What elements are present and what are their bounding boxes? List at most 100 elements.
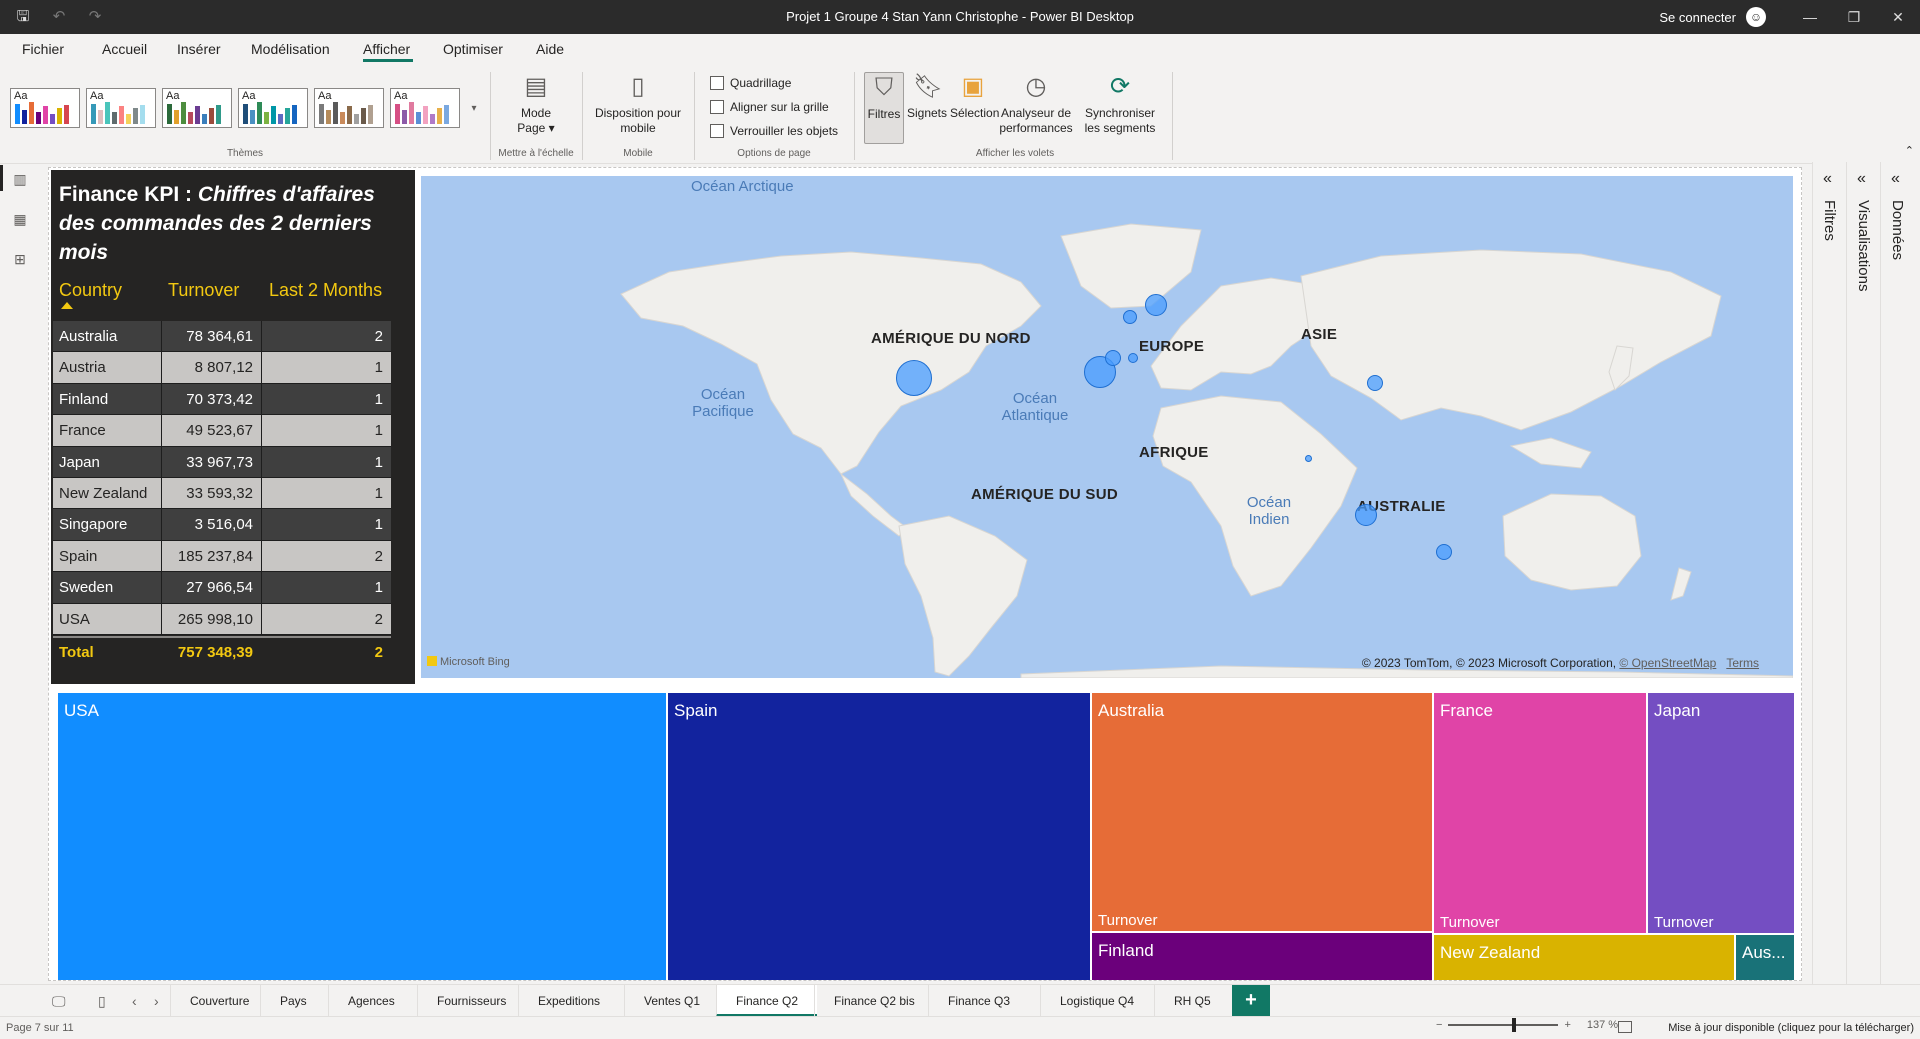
treemap-tile-other[interactable]: Aus... bbox=[1735, 934, 1795, 980]
table-row[interactable]: Japan 33 967,73 1 bbox=[53, 446, 391, 478]
tab-afficher[interactable]: Afficher bbox=[363, 41, 410, 57]
sync-slicers-button[interactable]: ⟳ Synchroniser les segments bbox=[1076, 72, 1164, 136]
tab-accueil[interactable]: Accueil bbox=[102, 41, 147, 57]
column-header-turnover[interactable]: Turnover bbox=[168, 280, 239, 301]
tab-modelisation[interactable]: Modélisation bbox=[251, 41, 330, 57]
osm-link[interactable]: © OpenStreetMap bbox=[1619, 656, 1716, 670]
signin-link[interactable]: Se connecter bbox=[1659, 10, 1736, 25]
page-tab[interactable]: Finance Q3 bbox=[928, 985, 1029, 1017]
add-page-button[interactable]: + bbox=[1232, 985, 1270, 1017]
zoom-out-icon[interactable]: − bbox=[1436, 1019, 1442, 1031]
model-view-icon[interactable]: ⊞ bbox=[12, 251, 28, 267]
zoom-control[interactable]: − + 137 % bbox=[1436, 1018, 1618, 1032]
treemap-tile-usa[interactable]: USA bbox=[57, 692, 667, 980]
treemap-tile-finland[interactable]: Finland bbox=[1091, 932, 1433, 980]
page-tab[interactable]: Finance Q2 bis bbox=[814, 985, 934, 1017]
fit-page-icon[interactable] bbox=[1618, 1021, 1632, 1033]
side-panes: «Filtres «Visualisations «Données bbox=[1812, 162, 1920, 985]
theme-option[interactable]: Aa bbox=[10, 88, 80, 128]
page-tab[interactable]: Fournisseurs bbox=[417, 985, 525, 1017]
theme-option[interactable]: Aa bbox=[390, 88, 460, 128]
bookmarks-pane-button[interactable]: 🔖︎ Signets bbox=[906, 72, 948, 121]
treemap-tile-newzealand[interactable]: New Zealand bbox=[1433, 934, 1735, 980]
map-bubble-australia[interactable] bbox=[1355, 504, 1377, 526]
terms-link[interactable]: Terms bbox=[1726, 656, 1759, 670]
performance-analyzer-button[interactable]: ◷ Analyseur de performances bbox=[998, 72, 1074, 136]
table-row[interactable]: Sweden 27 966,54 1 bbox=[53, 572, 391, 604]
page-tab[interactable]: Couverture bbox=[170, 985, 268, 1017]
tab-fichier[interactable]: Fichier bbox=[22, 41, 64, 57]
page-tab[interactable]: Agences bbox=[328, 985, 414, 1017]
report-canvas[interactable]: Finance KPI : Chiffres d'affaires des co… bbox=[48, 167, 1802, 981]
map-bubble-france[interactable] bbox=[1105, 350, 1121, 366]
page-tab[interactable]: Expeditions bbox=[518, 985, 619, 1017]
treemap-tile-japan[interactable]: Japan Turnover bbox=[1647, 692, 1795, 934]
data-pane[interactable]: «Données bbox=[1880, 162, 1914, 985]
treemap-tile-australia[interactable]: Australia Turnover bbox=[1091, 692, 1433, 932]
theme-option[interactable]: Aa bbox=[238, 88, 308, 128]
gridlines-checkbox[interactable]: Quadrillage bbox=[710, 76, 791, 90]
themes-expand-icon[interactable]: ▾ bbox=[466, 82, 482, 136]
tab-aide[interactable]: Aide bbox=[536, 41, 564, 57]
map-continent-label: ASIE bbox=[1301, 326, 1338, 343]
restore-icon[interactable]: ❐ bbox=[1832, 9, 1876, 26]
lock-objects-checkbox[interactable]: Verrouiller les objets bbox=[710, 124, 838, 138]
table-row[interactable]: Australia 78 364,61 2 bbox=[53, 321, 391, 353]
mobile-layout-button[interactable]: ▯ Disposition pour mobile bbox=[592, 72, 684, 136]
treemap-tile-france[interactable]: France Turnover bbox=[1433, 692, 1647, 934]
tab-optimiser[interactable]: Optimiser bbox=[443, 41, 503, 57]
theme-option[interactable]: Aa bbox=[86, 88, 156, 128]
update-notice[interactable]: Mise à jour disponible (cliquez pour la … bbox=[1668, 1022, 1914, 1034]
map-bubble-newzealand[interactable] bbox=[1436, 544, 1452, 560]
table-row[interactable]: New Zealand 33 593,32 1 bbox=[53, 477, 391, 510]
table-row[interactable]: Singapore 3 516,04 1 bbox=[53, 509, 391, 541]
filters-pane[interactable]: «Filtres bbox=[1812, 162, 1846, 985]
map-bubble-usa[interactable] bbox=[896, 360, 932, 396]
page-tab[interactable]: Finance Q2 bbox=[716, 985, 818, 1017]
cell-months: 1 bbox=[261, 446, 391, 477]
mobile-layout-icon[interactable]: ▯ bbox=[98, 993, 106, 1010]
theme-option[interactable]: Aa bbox=[162, 88, 232, 128]
column-header-last2months[interactable]: Last 2 Months bbox=[269, 280, 382, 301]
column-header-country[interactable]: Country bbox=[59, 280, 122, 301]
map-bubble-sweden[interactable] bbox=[1123, 310, 1137, 324]
table-row[interactable]: Finland 70 373,42 1 bbox=[53, 383, 391, 416]
bubble-map-visual[interactable]: Océan Arctique Océan Pacifique Océan Atl… bbox=[421, 176, 1793, 678]
page-mode-button[interactable]: ▤ Mode Page ▾ bbox=[506, 72, 566, 136]
table-row[interactable]: USA 265 998,10 2 bbox=[53, 603, 391, 635]
zoom-in-icon[interactable]: + bbox=[1564, 1019, 1570, 1031]
zoom-slider[interactable] bbox=[1448, 1018, 1559, 1032]
page-tabs-bar: 🖵 ▯ ‹ › Couverture Pays Agences Fournisseur… bbox=[0, 984, 1920, 1017]
close-icon[interactable]: ✕ bbox=[1876, 9, 1920, 26]
map-bubble-finland[interactable] bbox=[1145, 294, 1167, 316]
treemap-tile-spain[interactable]: Spain bbox=[667, 692, 1091, 980]
theme-option[interactable]: Aa bbox=[314, 88, 384, 128]
selection-icon: ▣ bbox=[961, 73, 985, 100]
page-tab[interactable]: RH Q5 bbox=[1154, 985, 1230, 1017]
total-label: Total bbox=[59, 644, 94, 661]
zoom-slider-thumb[interactable] bbox=[1512, 1018, 1517, 1032]
map-bubble-singapore[interactable] bbox=[1305, 455, 1312, 462]
minimize-icon[interactable]: — bbox=[1788, 9, 1832, 25]
table-row[interactable]: Spain 185 237,84 2 bbox=[53, 540, 391, 573]
snap-grid-checkbox[interactable]: Aligner sur la grille bbox=[710, 100, 829, 114]
map-bubble-austria[interactable] bbox=[1128, 353, 1138, 363]
table-view-icon[interactable]: ▦ bbox=[12, 211, 28, 227]
selection-pane-button[interactable]: ▣ Sélection bbox=[950, 72, 999, 121]
map-bubble-japan[interactable] bbox=[1367, 375, 1383, 391]
page-tab[interactable]: Logistique Q4 bbox=[1040, 985, 1153, 1017]
desktop-layout-icon[interactable]: 🖵 bbox=[52, 993, 66, 1010]
scroll-left-icon[interactable]: ‹ bbox=[132, 993, 137, 1009]
page-tab[interactable]: Pays bbox=[260, 985, 326, 1017]
collapse-ribbon-icon[interactable]: ⌃ bbox=[1905, 144, 1914, 157]
tab-inserer[interactable]: Insérer bbox=[177, 41, 221, 57]
kpi-table-visual[interactable]: Finance KPI : Chiffres d'affaires des co… bbox=[51, 170, 415, 684]
visualizations-pane[interactable]: «Visualisations bbox=[1846, 162, 1880, 985]
avatar-icon[interactable]: ☺ bbox=[1746, 7, 1766, 27]
table-row[interactable]: France 49 523,67 1 bbox=[53, 415, 391, 447]
report-view-icon[interactable]: ▥ bbox=[12, 171, 28, 187]
filters-pane-button[interactable]: ⛉ Filtres bbox=[864, 72, 904, 144]
page-tab[interactable]: Ventes Q1 bbox=[624, 985, 719, 1017]
table-row[interactable]: Austria 8 807,12 1 bbox=[53, 352, 391, 384]
scroll-right-icon[interactable]: › bbox=[154, 993, 159, 1009]
